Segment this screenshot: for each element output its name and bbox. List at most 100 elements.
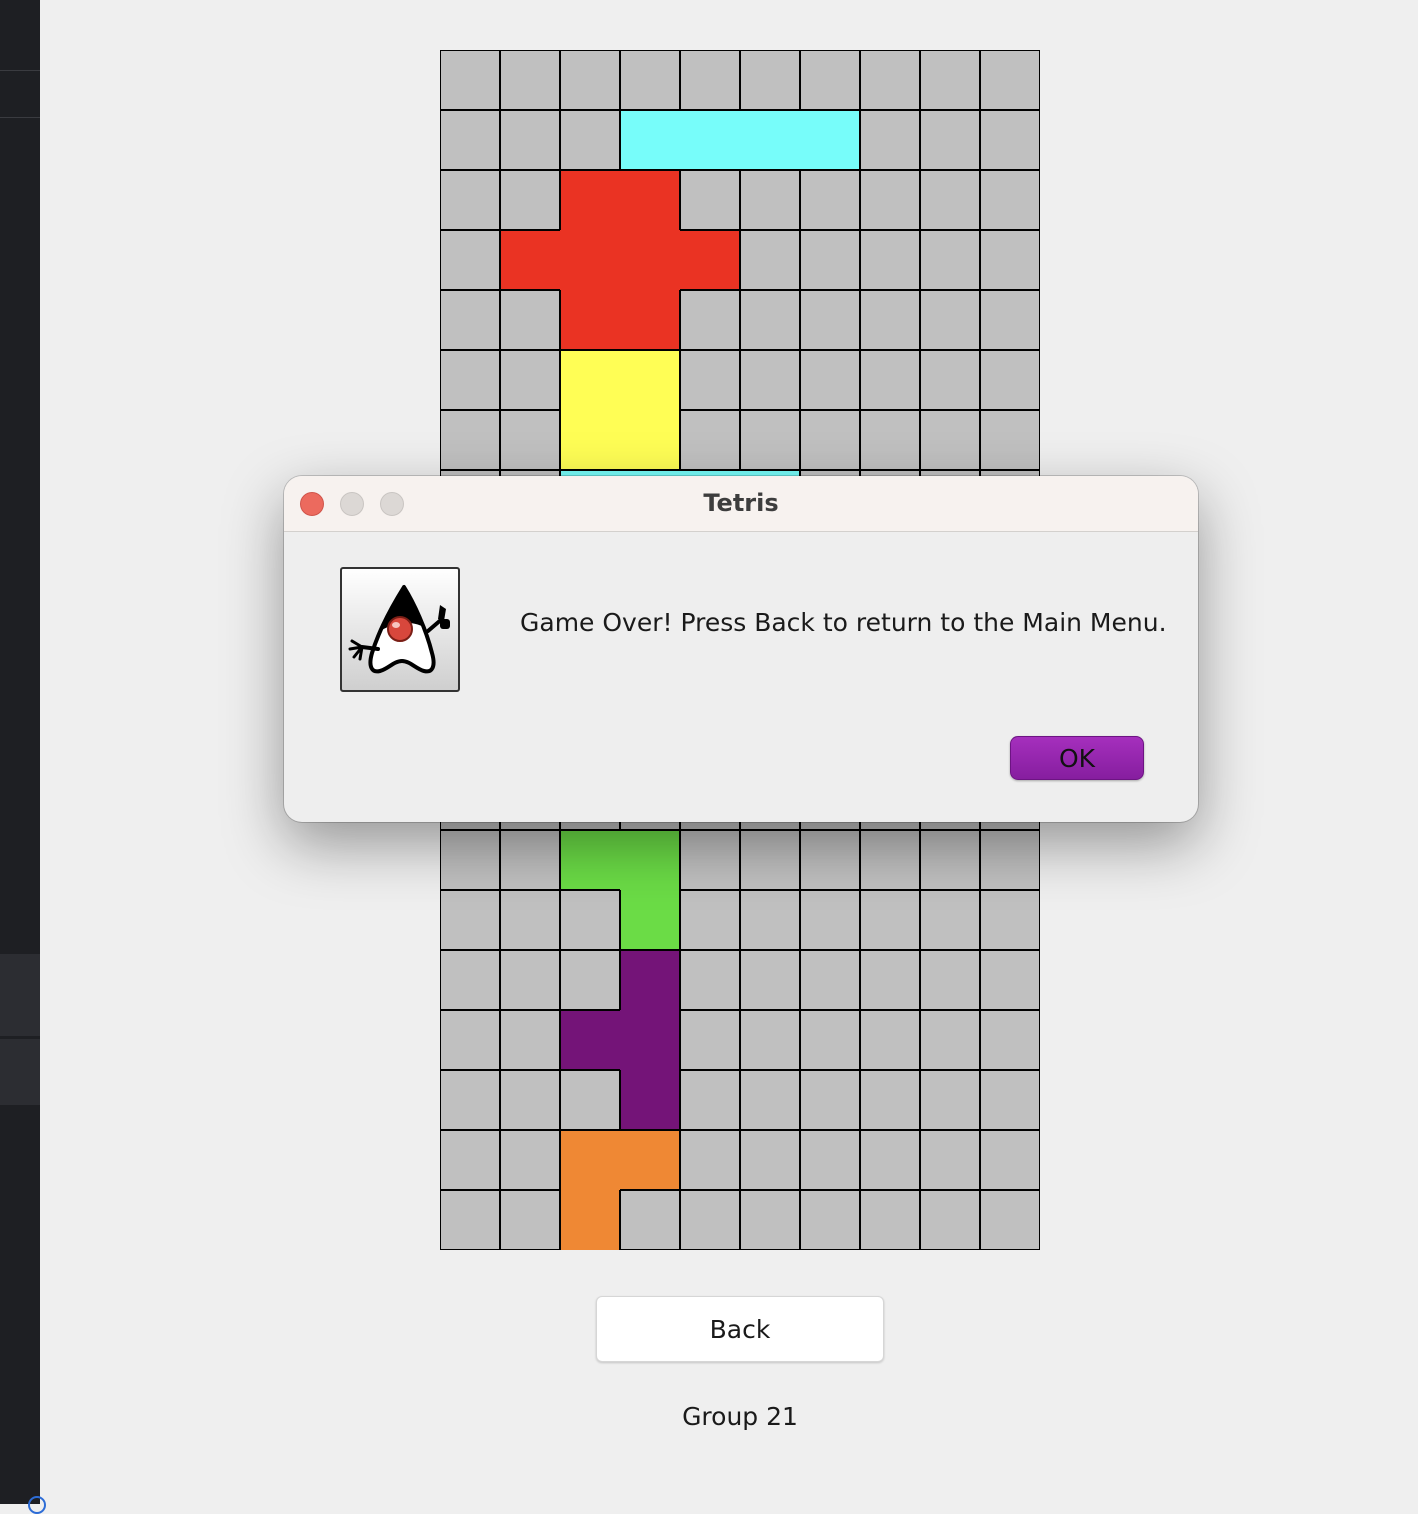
empty-cell — [740, 1130, 800, 1190]
empty-cell — [800, 50, 860, 110]
empty-cell — [740, 410, 800, 470]
block-cell — [620, 410, 680, 470]
empty-cell — [500, 1190, 560, 1250]
empty-cell — [500, 410, 560, 470]
block-cell — [560, 1130, 620, 1190]
empty-cell — [800, 830, 860, 890]
block-cell — [800, 110, 860, 170]
block-cell — [620, 890, 680, 950]
dialog-message: Game Over! Press Back to return to the M… — [520, 608, 1167, 637]
empty-cell — [500, 50, 560, 110]
empty-cell — [860, 50, 920, 110]
empty-cell — [740, 830, 800, 890]
empty-cell — [980, 890, 1040, 950]
block-cell — [560, 170, 620, 230]
empty-cell — [800, 950, 860, 1010]
empty-cell — [920, 890, 980, 950]
empty-cell — [740, 170, 800, 230]
block-cell — [620, 230, 680, 290]
game-over-dialog: Tetris Game Over! Press Back to return t… — [284, 476, 1198, 822]
empty-cell — [980, 170, 1040, 230]
empty-cell — [920, 410, 980, 470]
empty-cell — [980, 830, 1040, 890]
block-cell — [620, 1070, 680, 1130]
empty-cell — [680, 830, 740, 890]
empty-cell — [740, 1070, 800, 1130]
block-cell — [560, 350, 620, 410]
empty-cell — [620, 50, 680, 110]
empty-cell — [860, 170, 920, 230]
empty-cell — [800, 410, 860, 470]
empty-cell — [980, 350, 1040, 410]
empty-cell — [500, 170, 560, 230]
empty-cell — [800, 1070, 860, 1130]
empty-cell — [980, 1070, 1040, 1130]
empty-cell — [500, 1070, 560, 1130]
empty-cell — [680, 170, 740, 230]
side-panel-item[interactable] — [0, 954, 40, 1036]
block-cell — [560, 290, 620, 350]
block-cell — [620, 1130, 680, 1190]
empty-cell — [860, 1130, 920, 1190]
side-panel-divider — [0, 117, 40, 118]
dialog-titlebar[interactable]: Tetris — [284, 476, 1198, 532]
empty-cell — [680, 1010, 740, 1070]
empty-cell — [860, 230, 920, 290]
empty-cell — [980, 1010, 1040, 1070]
block-cell — [560, 230, 620, 290]
empty-cell — [440, 170, 500, 230]
empty-cell — [680, 950, 740, 1010]
empty-cell — [440, 50, 500, 110]
block-cell — [620, 350, 680, 410]
empty-cell — [920, 950, 980, 1010]
empty-cell — [500, 1010, 560, 1070]
empty-cell — [740, 50, 800, 110]
empty-cell — [680, 1130, 740, 1190]
empty-cell — [560, 1070, 620, 1130]
empty-cell — [860, 1190, 920, 1250]
group-label: Group 21 — [682, 1402, 798, 1431]
empty-cell — [920, 1190, 980, 1250]
empty-cell — [440, 110, 500, 170]
empty-cell — [860, 110, 920, 170]
side-panel-item[interactable] — [0, 1039, 40, 1105]
empty-cell — [980, 110, 1040, 170]
block-cell — [620, 1010, 680, 1070]
empty-cell — [440, 830, 500, 890]
empty-cell — [920, 1130, 980, 1190]
empty-cell — [860, 1070, 920, 1130]
empty-cell — [560, 50, 620, 110]
empty-cell — [680, 410, 740, 470]
empty-cell — [440, 410, 500, 470]
ok-button[interactable]: OK — [1010, 736, 1144, 780]
empty-cell — [740, 1190, 800, 1250]
back-button[interactable]: Back — [596, 1296, 884, 1362]
block-cell — [680, 110, 740, 170]
empty-cell — [740, 890, 800, 950]
empty-cell — [620, 1190, 680, 1250]
empty-cell — [920, 830, 980, 890]
empty-cell — [860, 350, 920, 410]
empty-cell — [560, 110, 620, 170]
empty-cell — [740, 230, 800, 290]
empty-cell — [920, 50, 980, 110]
empty-cell — [440, 1010, 500, 1070]
empty-cell — [680, 890, 740, 950]
empty-cell — [800, 1010, 860, 1070]
side-panel — [0, 0, 46, 1514]
empty-cell — [920, 230, 980, 290]
empty-cell — [500, 1130, 560, 1190]
empty-cell — [920, 350, 980, 410]
empty-cell — [860, 410, 920, 470]
empty-cell — [500, 830, 560, 890]
block-cell — [500, 230, 560, 290]
empty-cell — [560, 890, 620, 950]
empty-cell — [980, 410, 1040, 470]
side-panel-divider — [0, 70, 40, 71]
empty-cell — [980, 290, 1040, 350]
block-cell — [680, 230, 740, 290]
empty-cell — [920, 1010, 980, 1070]
java-duke-icon — [340, 567, 460, 692]
empty-cell — [440, 950, 500, 1010]
empty-cell — [980, 950, 1040, 1010]
